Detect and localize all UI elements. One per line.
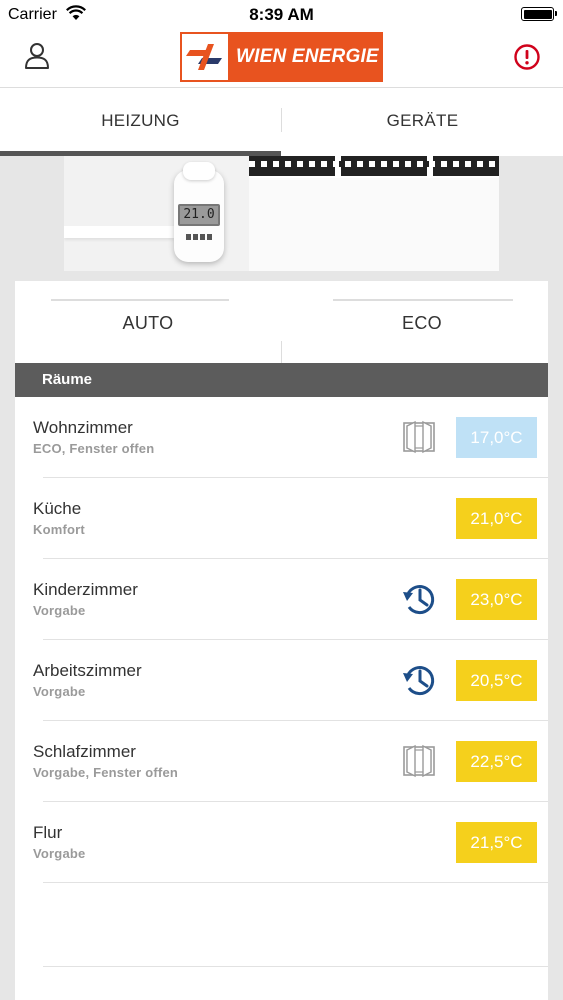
room-row-arbeitszimmer[interactable]: Arbeitszimmer Vorgabe 20,5°C bbox=[15, 640, 548, 721]
room-temperature[interactable]: 21,5°C bbox=[456, 822, 537, 863]
hero-radiator-image: 21.0 bbox=[64, 156, 499, 271]
battery-icon bbox=[521, 7, 557, 21]
room-temperature[interactable]: 23,0°C bbox=[456, 579, 537, 620]
window-open-icon bbox=[403, 420, 435, 454]
nav-bar: WIEN ENERGIE bbox=[0, 30, 563, 88]
thermostat-illustration: 21.0 bbox=[174, 162, 224, 262]
mode-eco-button[interactable]: ECO bbox=[289, 301, 555, 345]
logo-symbol-icon bbox=[186, 44, 222, 70]
rooms-card: AUTO ECO Räume Wohnzimmer ECO, Fenster o… bbox=[15, 281, 548, 1000]
room-name: Küche bbox=[33, 499, 82, 518]
logo-mark bbox=[182, 34, 228, 80]
room-name: Arbeitszimmer bbox=[33, 661, 142, 680]
room-name: Wohnzimmer bbox=[33, 418, 133, 437]
tab-geraete[interactable]: GERÄTE bbox=[282, 88, 563, 156]
room-row-kinderzimmer[interactable]: Kinderzimmer Vorgabe 23,0°C bbox=[15, 559, 548, 640]
room-status: ECO, Fenster offen bbox=[33, 441, 155, 456]
room-row-wohnzimmer[interactable]: Wohnzimmer ECO, Fenster offen 17,0°C bbox=[15, 397, 548, 478]
window-open-icon bbox=[403, 744, 435, 778]
room-status: Vorgabe bbox=[33, 846, 86, 861]
tab-bar: HEIZUNG GERÄTE bbox=[0, 88, 563, 156]
room-status: Vorgabe bbox=[33, 684, 86, 699]
mode-divider bbox=[281, 341, 282, 363]
room-temperature[interactable]: 17,0°C bbox=[456, 417, 537, 458]
room-status: Vorgabe bbox=[33, 603, 86, 618]
thermostat-display: 21.0 bbox=[178, 204, 220, 226]
room-temperature[interactable]: 22,5°C bbox=[456, 741, 537, 782]
room-status: Komfort bbox=[33, 522, 85, 537]
room-temperature[interactable]: 21,0°C bbox=[456, 498, 537, 539]
alert-icon[interactable] bbox=[513, 43, 541, 71]
room-temperature[interactable]: 20,5°C bbox=[456, 660, 537, 701]
logo-text: WIEN ENERGIE bbox=[236, 46, 379, 67]
room-row-flur[interactable]: Flur Vorgabe 21,5°C bbox=[15, 802, 548, 883]
schedule-clock-icon bbox=[403, 666, 435, 696]
user-profile-icon[interactable] bbox=[24, 42, 50, 70]
room-row-schlafzimmer[interactable]: Schlafzimmer Vorgabe, Fenster offen 22,5… bbox=[15, 721, 548, 802]
list-separator bbox=[43, 966, 548, 967]
radiator-pipe bbox=[64, 226, 174, 238]
tab-heizung[interactable]: HEIZUNG bbox=[0, 88, 281, 156]
room-name: Schlafzimmer bbox=[33, 742, 136, 761]
room-name: Flur bbox=[33, 823, 63, 842]
mode-auto-button[interactable]: AUTO bbox=[15, 301, 281, 345]
schedule-clock-icon bbox=[403, 585, 435, 615]
wien-energie-logo: WIEN ENERGIE bbox=[180, 32, 383, 82]
room-name: Kinderzimmer bbox=[33, 580, 138, 599]
room-row-kueche[interactable]: Küche Komfort 21,0°C bbox=[15, 478, 548, 559]
room-status: Vorgabe, Fenster offen bbox=[33, 765, 179, 780]
clock-time: 8:39 AM bbox=[249, 5, 314, 24]
status-bar: Carrier 8:39 AM bbox=[0, 0, 563, 30]
radiator-grill bbox=[249, 156, 499, 178]
rooms-section-header: Räume bbox=[15, 363, 548, 397]
